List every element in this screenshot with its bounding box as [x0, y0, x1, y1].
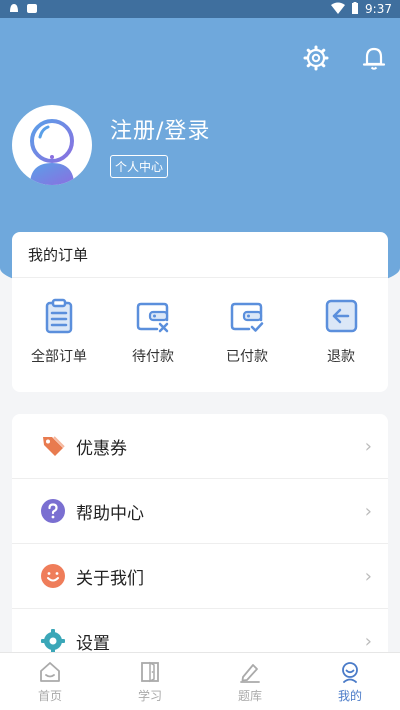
menu-label-about: 关于我们 — [76, 568, 144, 589]
login-register-link[interactable]: 注册/登录 — [110, 113, 210, 145]
menu-card: 优惠券 › 帮助中心 › 关于我们 › 设置 › — [12, 414, 388, 674]
door-icon — [141, 661, 159, 682]
profile-text: 注册/登录 个人中心 — [110, 113, 210, 178]
orders-row: 全部订单 待付款 已付款 退款 — [12, 278, 388, 366]
status-left — [8, 2, 38, 17]
status-time: 9:37 — [365, 2, 392, 16]
tab-mine[interactable]: 我的 — [310, 660, 390, 704]
wallet-x-icon — [136, 302, 169, 333]
battery-icon — [351, 1, 359, 17]
settings-gear-icon — [40, 628, 66, 654]
order-paid-label: 已付款 — [226, 349, 268, 365]
menu-label-settings: 设置 — [76, 633, 110, 654]
order-all-button[interactable]: 全部订单 — [19, 296, 99, 366]
bottom-tab-bar: 首页 学习 题库 我的 — [0, 652, 400, 710]
help-icon — [40, 498, 66, 524]
menu-item-about[interactable]: 关于我们 › — [12, 544, 388, 609]
menu-label-help: 帮助中心 — [76, 503, 144, 524]
pencil-icon — [240, 663, 260, 683]
chevron-right-icon: › — [364, 630, 372, 652]
smile-icon — [40, 563, 66, 589]
tab-questions-label: 题库 — [237, 688, 262, 703]
menu-item-coupons[interactable]: 优惠券 › — [12, 414, 388, 479]
tab-study-label: 学习 — [137, 688, 162, 703]
order-pending-label: 待付款 — [132, 349, 174, 365]
profile-icon — [342, 661, 358, 683]
notification-icon — [8, 2, 20, 17]
orders-card: 我的订单 全部订单 待付款 已付款 退款 — [12, 232, 388, 392]
wallet-check-icon — [230, 302, 264, 332]
order-refund-label: 退款 — [327, 349, 355, 365]
profile-section[interactable]: 注册/登录 个人中心 — [12, 105, 210, 185]
order-pending-button[interactable]: 待付款 — [113, 296, 193, 366]
personal-center-badge[interactable]: 个人中心 — [110, 154, 169, 178]
order-refund-button[interactable]: 退款 — [301, 296, 381, 366]
tab-home-label: 首页 — [37, 688, 62, 703]
tab-study[interactable]: 学习 — [110, 660, 190, 704]
home-icon — [40, 661, 60, 682]
wifi-icon — [331, 2, 346, 17]
menu-label-coupons: 优惠券 — [76, 438, 127, 459]
orders-title: 我的订单 — [12, 232, 388, 278]
header-actions — [302, 44, 388, 72]
coupon-tag-icon — [40, 433, 66, 459]
chevron-right-icon: › — [364, 500, 372, 522]
chevron-right-icon: › — [364, 565, 372, 587]
return-icon — [325, 299, 358, 333]
menu-item-help[interactable]: 帮助中心 › — [12, 479, 388, 544]
tab-home[interactable]: 首页 — [10, 660, 90, 704]
order-all-label: 全部订单 — [31, 349, 87, 365]
clipboard-icon — [45, 298, 73, 334]
order-paid-button[interactable]: 已付款 — [207, 296, 287, 366]
chevron-right-icon: › — [364, 435, 372, 457]
settings-icon[interactable] — [302, 44, 330, 72]
app-notification-icon — [26, 2, 38, 17]
tab-questions[interactable]: 题库 — [210, 660, 290, 704]
avatar-icon — [30, 119, 74, 185]
avatar[interactable] — [12, 105, 92, 185]
status-right: 9:37 — [331, 1, 392, 17]
bell-icon[interactable] — [360, 44, 388, 72]
status-bar: 9:37 — [0, 0, 400, 18]
tab-mine-label: 我的 — [337, 688, 362, 703]
